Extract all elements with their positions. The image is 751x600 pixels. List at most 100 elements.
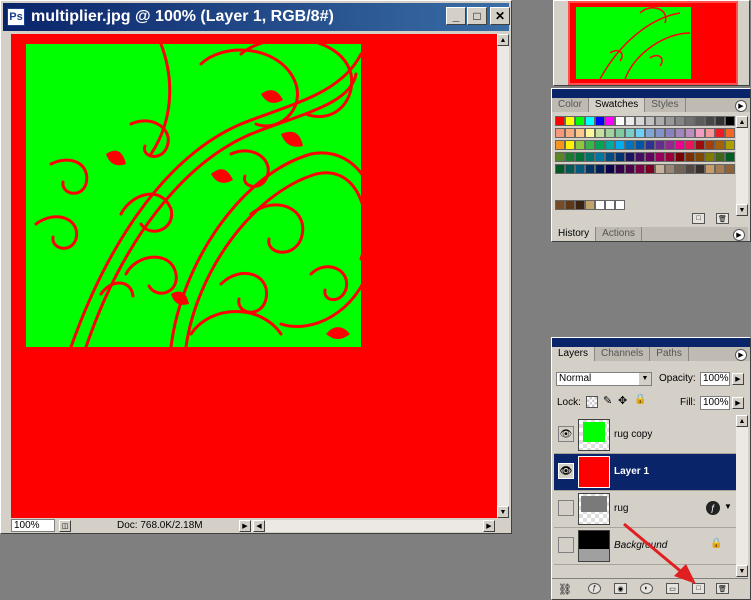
trash-icon[interactable]: 🗑 [716,213,729,224]
swatch[interactable] [705,140,715,150]
swatch[interactable] [585,164,595,174]
swatch[interactable] [585,128,595,138]
document-canvas[interactable] [11,34,497,518]
swatch[interactable] [715,140,725,150]
eye-icon[interactable]: 👁 [558,463,574,479]
tab-actions[interactable]: Actions [596,227,642,241]
swatch[interactable] [725,116,735,126]
swatch[interactable] [675,116,685,126]
tab-paths[interactable]: Paths [650,347,689,361]
swatch[interactable] [615,200,625,210]
swatch[interactable] [605,128,615,138]
swatch[interactable] [655,140,665,150]
swatch[interactable] [625,140,635,150]
swatch[interactable] [625,164,635,174]
swatch[interactable] [685,116,695,126]
swatch[interactable] [575,200,585,210]
delete-layer-icon[interactable]: 🗑 [716,583,729,594]
swatch[interactable] [605,140,615,150]
minimize-button[interactable]: _ [446,7,466,25]
swatch[interactable] [665,140,675,150]
swatch[interactable] [635,164,645,174]
swatch[interactable] [565,128,575,138]
swatch[interactable] [635,116,645,126]
history-menu-icon[interactable]: ▶ [733,229,745,241]
swatch[interactable] [715,128,725,138]
swatch[interactable] [655,128,665,138]
swatch[interactable] [665,152,675,162]
swatch[interactable] [605,164,615,174]
swatch[interactable] [625,152,635,162]
swatch[interactable] [605,152,615,162]
swatch[interactable] [645,128,655,138]
swatch[interactable] [585,116,595,126]
swatch[interactable] [675,128,685,138]
maximize-button[interactable]: □ [467,7,487,25]
swatch[interactable] [725,152,735,162]
scroll-down-icon[interactable]: ▼ [497,506,509,518]
swatch[interactable] [725,164,735,174]
swatch[interactable] [595,164,605,174]
layer-row-rug-copy[interactable]: 👁 rug copy [554,417,736,454]
swatch[interactable] [575,128,585,138]
document-title-bar[interactable]: Ps multiplier.jpg @ 100% (Layer 1, RGB/8… [3,3,509,31]
swatch[interactable] [685,140,695,150]
swatch[interactable] [705,128,715,138]
swatch[interactable] [615,128,625,138]
horizontal-scrollbar[interactable] [251,520,495,532]
swatch[interactable] [585,200,595,210]
swatch[interactable] [605,200,615,210]
swatch[interactable] [625,128,635,138]
blend-mode-select[interactable]: Normal ▼ [556,372,652,386]
layer-effects-icon[interactable]: ƒ [706,501,720,515]
fill-slider-icon[interactable]: ▶ [732,397,744,409]
swatch[interactable] [595,128,605,138]
swatch[interactable] [615,116,625,126]
swatch[interactable] [585,152,595,162]
swatch[interactable] [595,200,605,210]
layers-scroll-down-icon[interactable]: ▼ [736,565,748,577]
swatch[interactable] [655,164,665,174]
chevron-down-icon[interactable]: ▼ [639,373,651,385]
zoom-level-field[interactable]: 100% [11,519,55,532]
swatch[interactable] [695,116,705,126]
scroll-up-icon[interactable]: ▲ [497,34,509,46]
lock-all-icon[interactable]: 🔒 [634,394,646,405]
status-arrow-icon[interactable]: ▶ [239,520,251,532]
swatch[interactable] [635,152,645,162]
swatch[interactable] [625,116,635,126]
swatch[interactable] [685,152,695,162]
swatch[interactable] [715,164,725,174]
swatch[interactable] [565,140,575,150]
swatch[interactable] [645,152,655,162]
swatch[interactable] [555,128,565,138]
swatch[interactable] [685,128,695,138]
status-menu-icon[interactable]: ◫ [59,520,71,532]
swatch[interactable] [555,152,565,162]
swatch[interactable] [595,152,605,162]
layers-scrollbar[interactable]: ▲ ▼ [736,415,748,577]
layers-scroll-up-icon[interactable]: ▲ [736,415,748,427]
swatch[interactable] [675,152,685,162]
swatch[interactable] [665,128,675,138]
swatch-scroll-up-icon[interactable]: ▲ [736,116,748,128]
swatch[interactable] [635,140,645,150]
swatch[interactable] [555,200,565,210]
swatch[interactable] [575,164,585,174]
swatch[interactable] [595,116,605,126]
swatch[interactable] [565,164,575,174]
swatch[interactable] [565,200,575,210]
swatch[interactable] [605,116,615,126]
tab-history[interactable]: History [552,227,597,241]
swatch[interactable] [695,152,705,162]
eye-visibility-off-box[interactable] [558,537,574,553]
swatch[interactable] [635,128,645,138]
swatch[interactable] [715,152,725,162]
swatch[interactable] [705,164,715,174]
swatch[interactable] [695,164,705,174]
swatch[interactable] [555,116,565,126]
swatch[interactable] [675,140,685,150]
swatch[interactable] [715,116,725,126]
swatch[interactable] [655,116,665,126]
swatch[interactable] [695,128,705,138]
